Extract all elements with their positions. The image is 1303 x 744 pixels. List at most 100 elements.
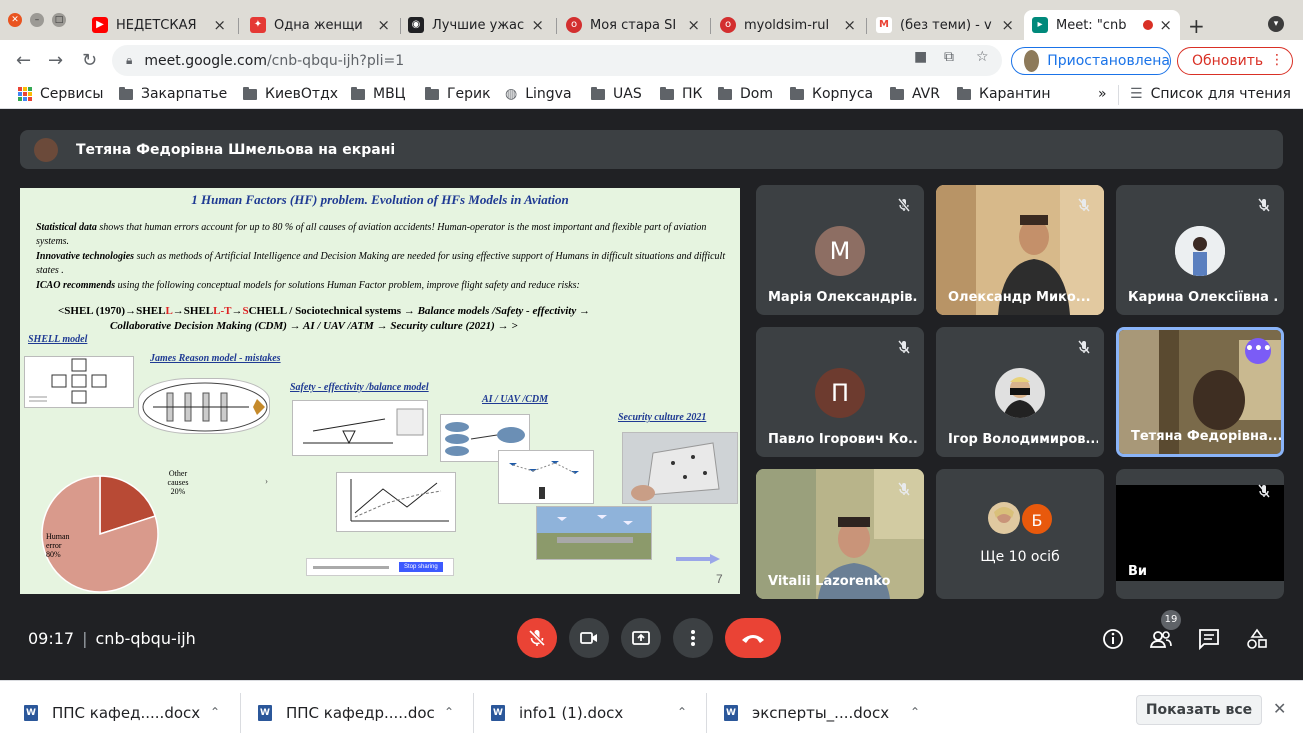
bookmark-link[interactable]: ◍ Lingva	[505, 86, 572, 102]
window-maximize-button[interactable]: □	[52, 13, 66, 27]
tab-gmail[interactable]: M (без теми) - v ×	[868, 10, 1022, 40]
tab-sim[interactable]: o Моя стара SI ×	[558, 10, 708, 40]
folder-icon	[660, 86, 674, 100]
shell-diagram-image	[24, 356, 134, 408]
address-bar[interactable]: 🔒︎ meet.google.com/cnb-qbqu-ijh?pli=1	[112, 45, 1002, 76]
present-screen-button[interactable]	[621, 618, 661, 658]
show-all-downloads-button[interactable]: Показать все	[1136, 695, 1262, 725]
forward-button[interactable]: →	[48, 50, 63, 71]
shell-model-label: SHELL model	[28, 334, 88, 345]
close-icon[interactable]: ×	[1159, 16, 1172, 34]
bookmark-folder[interactable]: Корпуса	[790, 86, 873, 102]
participant-tile[interactable]: М Марія Олександрів...	[756, 185, 924, 315]
slide-page-number: 7	[716, 572, 723, 586]
bookmark-folder[interactable]: Карантин	[957, 86, 1051, 102]
chevron-up-icon[interactable]: ⌃	[444, 705, 454, 719]
pie-label-human: Human error 80%	[46, 532, 70, 559]
star-icon[interactable]: ☆	[976, 49, 989, 65]
participant-tile[interactable]: П Павло Ігорович Ко...	[756, 327, 924, 457]
bookmark-folder[interactable]: Герик	[425, 86, 491, 102]
participant-tile[interactable]: Ігор Володимиров...	[936, 327, 1104, 457]
apps-grid-icon	[18, 87, 32, 101]
new-tab-button[interactable]: +	[1188, 14, 1205, 38]
meet-stage: Тетяна Федорівна Шмельова на екрані 1 Hu…	[0, 110, 1303, 680]
folder-icon	[890, 86, 904, 100]
tab-strip: ✕ – □ ▶ НЕДЕТСКАЯ × ✦ Одна женщи × ◉ Луч…	[0, 0, 1303, 40]
bookmarks-overflow-button[interactable]: »	[1098, 86, 1107, 102]
reading-list-button[interactable]: ☰ Список для чтения	[1130, 86, 1291, 102]
download-item[interactable]: W ППС кафедр.....doc ⌃	[258, 701, 454, 725]
presenter-banner: Тетяна Федорівна Шмельова на екрані	[20, 130, 1283, 169]
people-icon[interactable]	[1150, 628, 1172, 650]
bookmark-folder[interactable]: КиевОтдх	[243, 86, 338, 102]
translate-icon[interactable]: ⧉	[944, 49, 954, 65]
bookmark-folder[interactable]: ПК	[660, 86, 702, 102]
close-icon[interactable]: ×	[377, 16, 390, 34]
reason-model-image	[138, 378, 270, 434]
chevron-up-icon[interactable]: ⌃	[210, 705, 220, 719]
avatar	[1024, 50, 1040, 72]
leave-call-button[interactable]	[725, 618, 781, 658]
tab-search-button[interactable]: ▾	[1268, 16, 1284, 32]
folder-icon	[351, 86, 365, 100]
globe-icon: ◍	[505, 86, 518, 102]
bookmark-folder[interactable]: МВЦ	[351, 86, 406, 102]
window-close-button[interactable]: ✕	[8, 13, 22, 27]
close-icon[interactable]: ×	[531, 16, 544, 34]
participant-tile[interactable]: Олександр Мико...	[936, 185, 1104, 315]
close-icon[interactable]: ✕	[1273, 699, 1286, 718]
back-button[interactable]: ←	[16, 50, 31, 71]
tab-youtube[interactable]: ▶ НЕДЕТСКАЯ ×	[84, 10, 234, 40]
bookmark-apps[interactable]: Сервисы	[18, 86, 103, 102]
participant-tile[interactable]: Vitalii Lazorenko	[756, 469, 924, 599]
tab-horror[interactable]: ◉ Лучшие ужас ×	[400, 10, 552, 40]
share-notice-image: Stop sharing	[306, 558, 454, 576]
close-icon[interactable]: ×	[687, 16, 700, 34]
microphone-toggle-button[interactable]	[517, 618, 557, 658]
activities-icon[interactable]	[1246, 628, 1268, 650]
tab-meet[interactable]: ▸ Meet: "cnb ×	[1024, 10, 1180, 40]
airport-photo-image	[536, 506, 652, 560]
window-minimize-button[interactable]: –	[30, 13, 44, 27]
camera-toggle-button[interactable]	[569, 618, 609, 658]
chat-icon[interactable]	[1198, 628, 1220, 650]
more-options-icon[interactable]: •••	[1245, 338, 1272, 364]
download-item[interactable]: W info1 (1).docx ⌃	[491, 701, 687, 725]
close-icon[interactable]: ×	[843, 16, 856, 34]
profile-button[interactable]: Приостановлена	[1011, 47, 1171, 75]
word-doc-icon: W	[24, 705, 38, 721]
meeting-details-icon[interactable]	[1102, 628, 1124, 650]
folder-icon	[425, 86, 439, 100]
download-item[interactable]: W эксперты_....docx ⌃	[724, 701, 920, 725]
reason-model-label: James Reason model - mistakes	[150, 353, 281, 364]
tab-article[interactable]: ✦ Одна женщи ×	[242, 10, 398, 40]
update-button[interactable]: Обновить ⋮	[1177, 47, 1293, 75]
close-icon[interactable]: ×	[213, 16, 226, 34]
balance-graph-image	[336, 472, 456, 532]
chevron-up-icon[interactable]: ⌃	[910, 705, 920, 719]
bookmark-folder[interactable]: Закарпатье	[119, 86, 227, 102]
bookmark-folder[interactable]: AVR	[890, 86, 940, 102]
meet-icon: ▸	[1032, 17, 1048, 33]
folder-icon	[790, 86, 804, 100]
reload-button[interactable]: ↻	[82, 50, 97, 71]
slide-paragraph: Statistical data shows that human errors…	[36, 222, 707, 247]
balance-model-image	[292, 400, 428, 456]
more-options-button[interactable]	[673, 618, 713, 658]
bookmark-folder[interactable]: Dom	[718, 86, 773, 102]
more-participants-tile[interactable]: Б Ще 10 осіб	[936, 469, 1104, 599]
participant-tile-speaking[interactable]: ••• Тетяна Федорівна...	[1116, 327, 1284, 457]
self-tile[interactable]: Ви	[1116, 469, 1284, 599]
mic-off-icon	[1078, 198, 1090, 212]
word-doc-icon: W	[491, 705, 505, 721]
close-icon[interactable]: ×	[1001, 16, 1014, 34]
avatar	[995, 368, 1045, 418]
download-item[interactable]: W ППС кафед.....docx ⌃	[24, 701, 220, 725]
bookmark-folder[interactable]: UAS	[591, 86, 642, 102]
participant-tile[interactable]: Карина Олексіївна ...	[1116, 185, 1284, 315]
tab-myoldsim[interactable]: o myoldsim-rul ×	[712, 10, 864, 40]
avatar: П	[815, 368, 865, 418]
chevron-up-icon[interactable]: ⌃	[677, 705, 687, 719]
hang-up-icon	[742, 635, 764, 643]
camera-icon[interactable]: ■	[914, 49, 927, 65]
